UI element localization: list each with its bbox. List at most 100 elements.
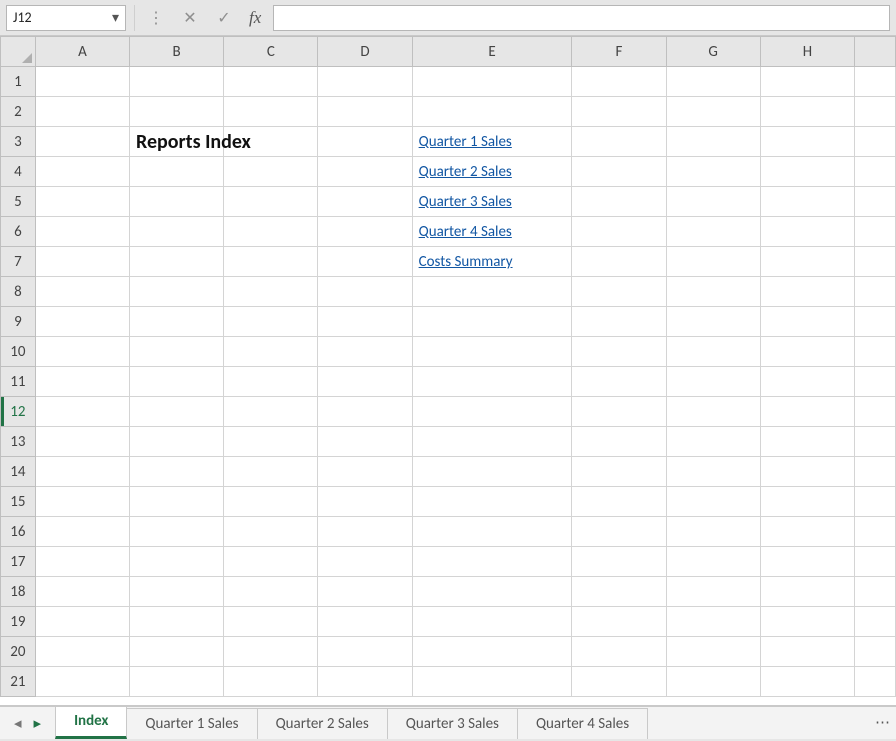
col-header[interactable]: C (224, 37, 318, 67)
cell[interactable] (572, 307, 666, 337)
cell[interactable] (666, 157, 760, 187)
row-header[interactable]: 6 (1, 217, 36, 247)
cell[interactable] (224, 607, 318, 637)
row-header[interactable]: 11 (1, 367, 36, 397)
cell[interactable] (35, 67, 129, 97)
cell[interactable] (412, 67, 572, 97)
cell[interactable] (224, 487, 318, 517)
cell[interactable] (666, 367, 760, 397)
row-header[interactable]: 3 (1, 127, 36, 157)
cell[interactable] (35, 517, 129, 547)
cell[interactable] (318, 667, 412, 697)
cell[interactable] (412, 547, 572, 577)
cell[interactable] (572, 277, 666, 307)
cell[interactable] (224, 667, 318, 697)
cell[interactable] (130, 277, 224, 307)
cell[interactable] (854, 457, 895, 487)
cell[interactable] (572, 637, 666, 667)
cell[interactable] (130, 577, 224, 607)
cell[interactable] (412, 367, 572, 397)
cell[interactable] (666, 217, 760, 247)
cell[interactable] (572, 517, 666, 547)
cell[interactable] (318, 277, 412, 307)
cell[interactable] (35, 427, 129, 457)
cell[interactable] (318, 157, 412, 187)
cell[interactable] (572, 457, 666, 487)
cell[interactable] (760, 367, 854, 397)
cell[interactable] (130, 217, 224, 247)
col-header[interactable] (854, 37, 895, 67)
cell[interactable] (666, 307, 760, 337)
row-header[interactable]: 13 (1, 427, 36, 457)
row-header[interactable]: 1 (1, 67, 36, 97)
cell[interactable] (572, 427, 666, 457)
cell[interactable] (854, 397, 895, 427)
cell[interactable] (130, 607, 224, 637)
cell[interactable] (666, 547, 760, 577)
cell[interactable] (572, 217, 666, 247)
cell[interactable] (760, 67, 854, 97)
row-header[interactable]: 16 (1, 517, 36, 547)
cell[interactable] (666, 277, 760, 307)
hyperlink[interactable]: Quarter 1 Sales (419, 133, 512, 151)
row-header[interactable]: 18 (1, 577, 36, 607)
cell[interactable] (224, 517, 318, 547)
cell[interactable]: Quarter 1 Sales (412, 127, 572, 157)
sheet-tab[interactable]: Quarter 1 Sales (126, 708, 257, 739)
cell[interactable] (318, 187, 412, 217)
cell[interactable] (35, 457, 129, 487)
cell[interactable] (318, 337, 412, 367)
cell[interactable] (666, 457, 760, 487)
cell[interactable] (130, 247, 224, 277)
cell[interactable] (224, 637, 318, 667)
cell[interactable] (318, 367, 412, 397)
row-header[interactable]: 7 (1, 247, 36, 277)
cell[interactable] (760, 637, 854, 667)
cell[interactable] (572, 337, 666, 367)
cell[interactable] (412, 427, 572, 457)
more-options-button[interactable]: ⋮ (143, 5, 169, 31)
cell[interactable] (760, 457, 854, 487)
cell[interactable] (854, 157, 895, 187)
cell[interactable] (224, 457, 318, 487)
cell[interactable] (666, 397, 760, 427)
cell[interactable] (130, 367, 224, 397)
cell[interactable] (35, 127, 129, 157)
cell[interactable] (35, 337, 129, 367)
cell[interactable] (666, 247, 760, 277)
row-header[interactable]: 9 (1, 307, 36, 337)
row-header[interactable]: 14 (1, 457, 36, 487)
cell[interactable] (760, 547, 854, 577)
cell[interactable] (35, 637, 129, 667)
cell[interactable] (572, 247, 666, 277)
cell[interactable] (224, 277, 318, 307)
select-all-button[interactable] (1, 37, 36, 67)
cell[interactable] (572, 667, 666, 697)
cell[interactable] (572, 97, 666, 127)
cell[interactable] (666, 187, 760, 217)
cell[interactable] (760, 607, 854, 637)
sheet-tab[interactable]: Quarter 3 Sales (387, 708, 518, 739)
chevron-down-icon[interactable]: ▾ (105, 9, 119, 26)
col-header[interactable]: D (318, 37, 412, 67)
cell[interactable] (760, 517, 854, 547)
cell[interactable] (572, 367, 666, 397)
name-box[interactable]: J12 ▾ (6, 5, 126, 31)
cell[interactable] (760, 397, 854, 427)
row-header[interactable]: 2 (1, 97, 36, 127)
row-header[interactable]: 15 (1, 487, 36, 517)
cell[interactable] (412, 307, 572, 337)
tab-prev-icon[interactable]: ◂ (10, 712, 26, 735)
cell[interactable] (130, 337, 224, 367)
cell[interactable] (412, 97, 572, 127)
cell[interactable] (130, 637, 224, 667)
cell[interactable] (572, 127, 666, 157)
cell[interactable] (130, 307, 224, 337)
cell[interactable] (130, 397, 224, 427)
cell[interactable] (412, 337, 572, 367)
cell[interactable] (130, 547, 224, 577)
hyperlink[interactable]: Quarter 4 Sales (419, 223, 512, 241)
row-header[interactable]: 19 (1, 607, 36, 637)
cell[interactable] (854, 337, 895, 367)
cell[interactable] (35, 577, 129, 607)
